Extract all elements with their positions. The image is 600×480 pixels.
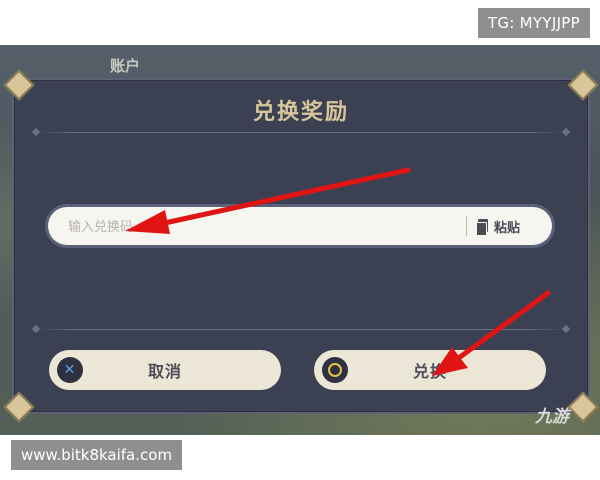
paste-label: 粘贴 — [494, 220, 521, 236]
redeem-code-input[interactable] — [66, 207, 450, 247]
website-badge: www.bitk8kaifa.com — [11, 440, 183, 470]
paste-separator — [466, 216, 467, 236]
cancel-label: 取消 — [147, 362, 182, 381]
telegram-badge: TG: MYYJJPP — [477, 8, 590, 38]
dialog-title: 兑换奖励 — [252, 100, 349, 125]
x-button-icon: ✕ — [57, 357, 83, 383]
clipboard-icon — [476, 218, 488, 236]
brand-watermark: 九游 — [535, 407, 569, 427]
cancel-button[interactable]: ✕ 取消 — [49, 350, 281, 390]
account-label: 账户 — [110, 57, 141, 75]
divider — [36, 132, 566, 133]
redeem-label: 兑换 — [412, 362, 447, 381]
redeem-button[interactable]: 兑换 — [314, 350, 546, 390]
paste-button[interactable]: 粘贴 — [476, 207, 546, 245]
redeem-dialog: 兑换奖励 粘贴 ✕ 取消 兑换 — [3, 69, 599, 423]
redeem-code-field: 粘贴 — [48, 207, 552, 247]
divider — [36, 329, 566, 330]
circle-button-icon — [322, 357, 348, 383]
